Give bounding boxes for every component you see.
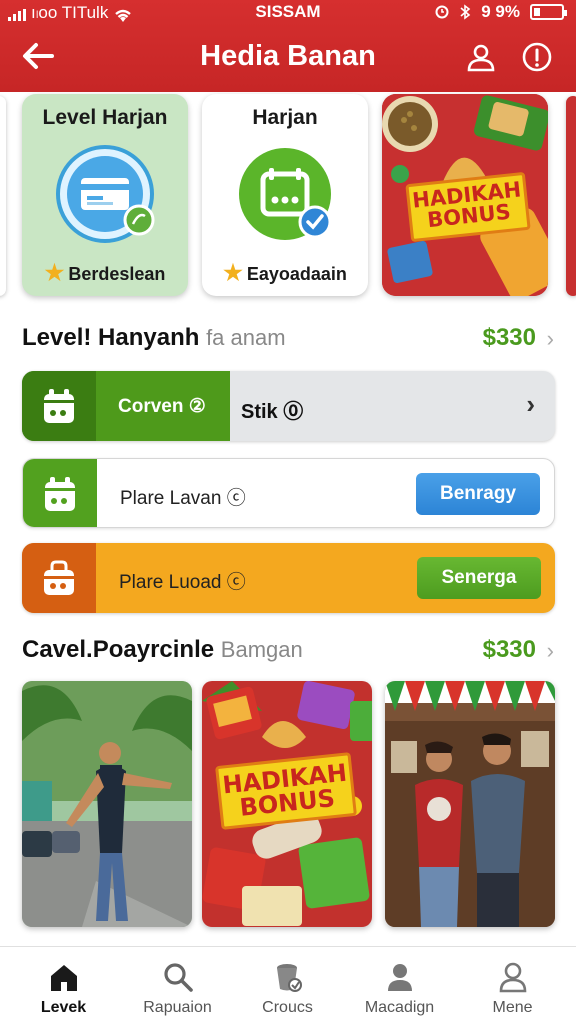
photo-bonus-promo[interactable]: HADIKAH BONUS [202,681,372,927]
photo-two-men-shop[interactable] [385,681,555,927]
card-footer-label: Berdeslean [68,264,166,284]
card-footer-label: Eayoadaain [246,264,347,284]
nav-label: Croucs [262,999,313,1016]
nav-item-macadign[interactable]: Macadign [342,947,457,1024]
chevron-right-icon[interactable]: › [547,638,554,664]
row-secondary-text: Stik [241,401,278,423]
card-title: Harjan [252,106,318,129]
card-footer: ★ Berdeslean [22,260,188,286]
nav-label: Levek [40,999,87,1016]
nav-item-rapuaion[interactable]: Rapuaion [120,947,235,1024]
carousel-peek-left [0,96,6,296]
section-title: Level! Hanyanh fa anam [22,324,286,352]
nav-item-mene[interactable]: Mene [455,947,570,1024]
row-secondary-mark: ⓪ [283,401,304,423]
row-label-text: Corven [118,396,184,417]
harjan-card[interactable]: Harjan ★ Eayoadaain [202,94,368,296]
section-subtitle: Bamgan [220,637,303,662]
home-icon [51,965,77,991]
row-label: Plare Luoad ⓒ [119,567,246,594]
battery-percent: 9 9% [481,2,520,21]
user-icon[interactable] [464,40,498,74]
status-right: 9 9% [435,2,567,22]
row-label-mark: ⓒ [226,488,246,509]
profile-icon [499,962,527,993]
progress-row[interactable]: Corven ② Stik ⓪ › [22,371,555,441]
carousel-peek-right [566,96,576,296]
section-title: Cavel.Poayrcinle Bamgan [22,636,303,664]
chevron-right-icon[interactable]: › [547,326,554,352]
credit-card-icon [55,144,155,244]
chevron-right-icon[interactable]: › [526,389,535,420]
status-bar: ı၊oo TITulk SISSAM 9 9% [0,0,576,26]
bag-icon [44,560,74,595]
nav-label: Mene [492,999,533,1016]
row-secondary-label: Stik ⓪ [241,395,303,424]
row-label-text: Plare Lavan [120,488,222,509]
section-title-text: Cavel.Poayrcinle [22,636,215,663]
plan-row-luoad[interactable]: Plare Luoad ⓒ Senerga [22,543,555,613]
bonus-card[interactable]: HADIKAH BONUS [382,94,548,296]
row-label-text: Plare Luoad [119,572,222,593]
row-icon-container [22,371,96,441]
info-icon[interactable] [520,40,554,74]
row-label-mark: ⓒ [226,572,246,593]
nav-label: Rapuaion [143,999,212,1016]
benragy-button[interactable]: Benragy [416,473,540,515]
row-icon-container [23,459,97,527]
promo-carousel[interactable]: Level Harjan ★ Berdeslean Harjan ★ Eayoa… [0,92,576,304]
calendar-icon [44,389,74,423]
alarm-icon [435,5,449,19]
section-price: $330 [482,636,536,663]
section-title-text: Level! Hanyanh [22,324,200,351]
app-header: Hedia Banan [0,30,576,86]
card-footer: ★ Eayoadaain [202,260,368,286]
calendar-icon [45,477,75,511]
section-price: $330 [482,324,536,351]
bucket-icon [277,964,302,992]
senerga-button[interactable]: Senerga [417,557,541,599]
calendar-icon [235,144,335,244]
bottom-navigation: Levek Rapuaion Croucs Macadign Mene [0,946,576,1024]
search-icon [164,963,193,992]
bluetooth-icon [460,4,471,20]
section-subtitle: fa anam [206,325,286,350]
star-icon: ★ [44,260,65,285]
row-label: Corven ② [118,395,206,418]
nav-item-levek[interactable]: Levek [6,947,121,1024]
row-icon-container [22,543,96,613]
star-icon: ★ [223,260,243,285]
level-card[interactable]: Level Harjan ★ Berdeslean [22,94,188,296]
row-label: Plare Lavan ⓒ [120,483,246,510]
shop-photo-illustration [385,681,555,927]
photo-man-on-street[interactable] [22,681,192,927]
street-photo-illustration [22,681,192,927]
row-label-mark: ② [188,396,206,417]
section-header[interactable]: Cavel.Poayrcinle Bamgan $330 › [22,634,554,668]
plan-row-lavan[interactable]: Plare Lavan ⓒ Benragy [22,458,555,528]
top-bar: ı၊oo TITulk SISSAM 9 9% Hedia Banan [0,0,576,92]
section-header[interactable]: Level! Hanyanh fa anam $330 › [22,322,554,356]
nav-label: Macadign [364,999,435,1016]
card-title: Level Harjan [42,106,168,129]
battery-icon [530,4,567,20]
person-icon [388,964,412,991]
nav-item-croucs[interactable]: Croucs [230,947,345,1024]
